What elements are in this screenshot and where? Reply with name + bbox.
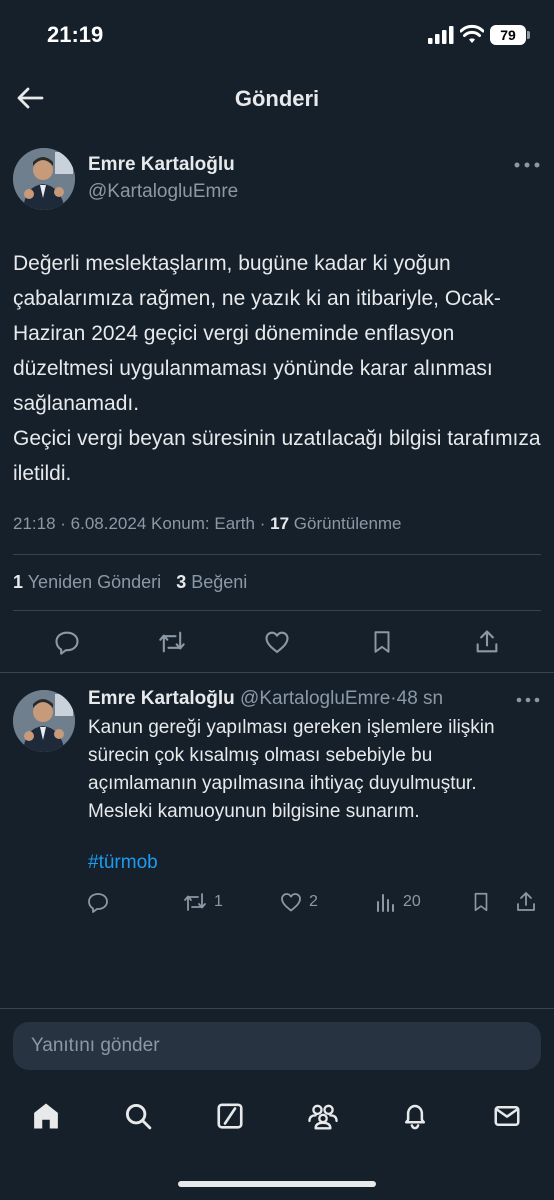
reply-button[interactable] [48, 624, 86, 660]
reply-icon [88, 893, 108, 913]
avatar[interactable] [13, 148, 75, 210]
post-more-button[interactable] [510, 154, 544, 176]
reply-hashtag[interactable]: #türmob [88, 852, 158, 874]
divider [0, 1008, 554, 1009]
home-indicator [178, 1181, 376, 1187]
nav-search[interactable] [118, 1096, 158, 1136]
reply-icon [55, 631, 79, 655]
reply-like-button[interactable]: 2 [279, 888, 318, 916]
page-title: Gönderi [234, 86, 320, 111]
meta-separator: · [259, 514, 271, 533]
heart-icon [281, 893, 301, 912]
cellular-signal-icon [428, 26, 454, 44]
post-location: Konum: Earth [151, 514, 255, 533]
reply-views-count: 20 [403, 893, 421, 910]
post-text: Değerli meslektaşlarım, bugüne kadar ki … [13, 252, 541, 485]
reply-author-handle[interactable]: @KartalogluEmre [240, 688, 390, 709]
reply-bookmark-button[interactable] [470, 888, 496, 916]
share-icon [517, 892, 535, 911]
home-icon [34, 1103, 58, 1129]
battery-cap [527, 31, 530, 39]
reply-compose-input[interactable]: Yanıtını gönder [13, 1022, 541, 1070]
battery-level: 79 [500, 27, 516, 43]
repost-button[interactable] [153, 624, 191, 660]
grok-icon [217, 1103, 243, 1129]
reply-header: Emre Kartaloğlu @KartalogluEmre·48 sn [88, 688, 443, 710]
divider [0, 672, 554, 673]
like-button[interactable] [258, 624, 296, 660]
bookmark-icon [374, 631, 390, 653]
nav-home[interactable] [26, 1096, 66, 1136]
reply-avatar[interactable] [13, 690, 75, 752]
more-icon [516, 697, 540, 703]
notifications-icon [405, 1104, 425, 1130]
post-time: 21:18 [13, 514, 56, 533]
post-author-handle[interactable]: @KartalogluEmre [88, 181, 238, 203]
compose-placeholder: Yanıtını gönder [31, 1035, 160, 1056]
reply-repost-count: 1 [214, 893, 223, 910]
post-stats: 1 Yeniden Gönderi 3 Beğeni [13, 572, 247, 593]
divider [13, 554, 541, 555]
post-author-name[interactable]: Emre Kartaloğlu [88, 154, 235, 176]
status-time: 21:19 [47, 22, 104, 47]
reposts-count: 1 [13, 572, 24, 592]
messages-icon [494, 1106, 520, 1126]
more-icon [514, 162, 540, 168]
search-icon [125, 1103, 152, 1130]
reposts-label: Yeniden Gönderi [27, 572, 162, 592]
bookmark-icon [474, 892, 488, 912]
reply-more-button[interactable] [512, 690, 544, 710]
likes-count: 3 [176, 572, 187, 592]
nav-messages[interactable] [487, 1096, 527, 1136]
share-icon [476, 630, 498, 653]
post-meta: 21:18 · 6.08.2024 Konum: Earth · 17 Görü… [13, 514, 402, 534]
reply-repost-button[interactable]: 1 [182, 888, 223, 916]
bottom-nav [0, 1088, 554, 1148]
likes-label: Beğeni [191, 572, 248, 592]
nav-communities[interactable] [303, 1096, 343, 1136]
wifi-icon [460, 24, 484, 44]
post-views-count: 17 [270, 514, 290, 533]
share-button[interactable] [468, 624, 506, 660]
nav-notifications[interactable] [395, 1096, 435, 1136]
likes-stat[interactable]: 3 Beğeni [176, 572, 247, 592]
heart-icon [265, 631, 289, 653]
repost-icon [184, 893, 206, 911]
repost-icon [159, 631, 185, 653]
battery-indicator: 79 [490, 25, 526, 45]
reply-like-count: 2 [309, 893, 318, 910]
reply-author-name[interactable]: Emre Kartaloğlu [88, 688, 235, 709]
reposts-stat[interactable]: 1 Yeniden Gönderi [13, 572, 166, 592]
reply-time: 48 sn [396, 688, 444, 709]
status-bar: 21:19 79 [0, 0, 554, 70]
views-icon [377, 894, 394, 912]
post-date: 6.08.2024 [70, 514, 147, 533]
nav-grok[interactable] [210, 1096, 250, 1136]
reply-text: Kanun gereği yapılması gereken işlemlere… [88, 717, 495, 822]
divider [13, 610, 541, 611]
post-views-label: Görüntülenme [293, 514, 402, 533]
reply-views-button[interactable]: 20 [375, 888, 421, 916]
reply-reply-button[interactable] [86, 888, 116, 916]
reply-share-button[interactable] [514, 888, 542, 916]
meta-separator: · [60, 514, 71, 533]
communities-icon [308, 1104, 338, 1130]
bookmark-button[interactable] [363, 624, 401, 660]
